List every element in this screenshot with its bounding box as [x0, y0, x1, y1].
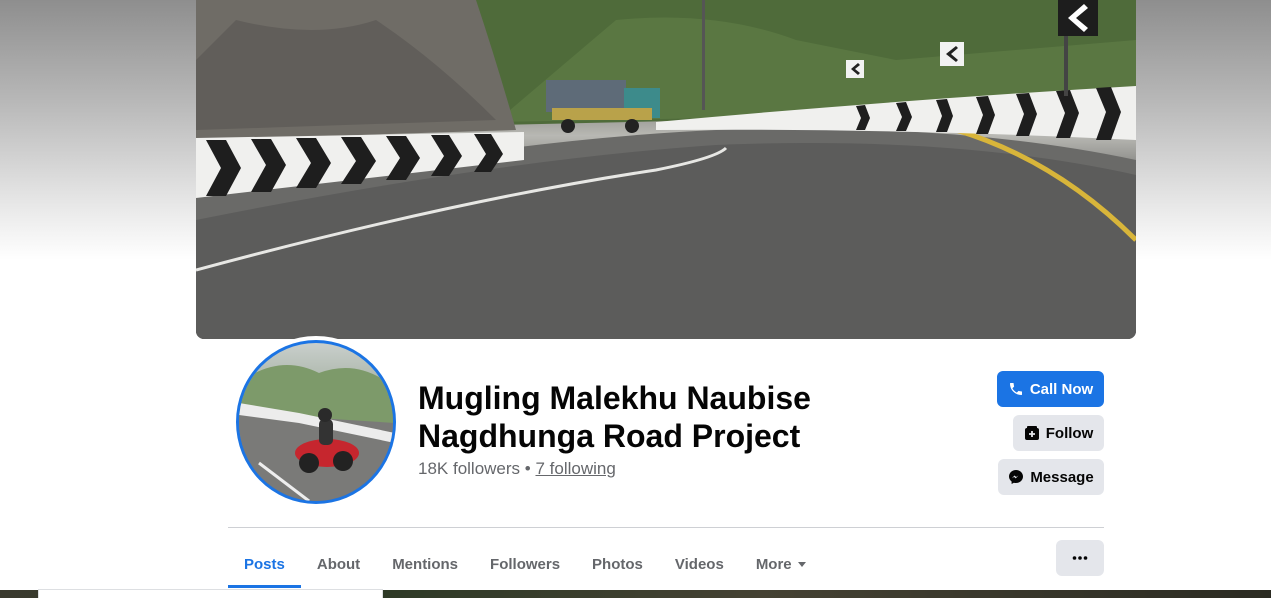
tab-posts[interactable]: Posts — [228, 540, 301, 588]
ellipsis-icon — [1072, 556, 1088, 560]
follow-stats: 18K followers • 7 following — [418, 459, 616, 479]
tab-more-label: More — [755, 555, 792, 573]
profile-picture-art — [239, 365, 393, 501]
followers-count[interactable]: 18K followers — [418, 459, 520, 478]
page-title: Mugling Malekhu Naubise Nagdhunga Road P… — [418, 380, 811, 454]
cover-photo[interactable] — [196, 0, 1136, 339]
stats-separator: • — [524, 459, 531, 478]
header-divider — [228, 527, 1104, 528]
page-tabs: Posts About Mentions Followers Photos Vi… — [228, 540, 822, 588]
messenger-icon — [1009, 470, 1024, 484]
tab-photos[interactable]: Photos — [576, 540, 659, 588]
caret-down-icon — [797, 561, 806, 567]
follow-button[interactable]: Follow — [1013, 415, 1104, 451]
message-label: Message — [1030, 468, 1094, 486]
profile-picture[interactable] — [232, 336, 400, 508]
message-button[interactable]: Message — [998, 459, 1104, 495]
profile-picture-image — [236, 340, 396, 504]
tab-followers[interactable]: Followers — [474, 540, 576, 588]
call-now-button[interactable]: Call Now — [997, 371, 1104, 407]
call-now-label: Call Now — [1029, 380, 1094, 398]
tab-mentions[interactable]: Mentions — [376, 540, 474, 588]
tab-more[interactable]: More — [740, 540, 822, 588]
tab-about[interactable]: About — [301, 540, 376, 588]
cover-photo-art — [196, 0, 1136, 339]
intro-card-edge — [38, 589, 383, 598]
follow-label: Follow — [1045, 424, 1094, 442]
tab-videos[interactable]: Videos — [659, 540, 740, 588]
phone-icon — [1009, 383, 1022, 395]
follow-icon — [1024, 426, 1039, 440]
more-options-button[interactable] — [1056, 540, 1104, 576]
following-count[interactable]: 7 following — [535, 459, 615, 478]
